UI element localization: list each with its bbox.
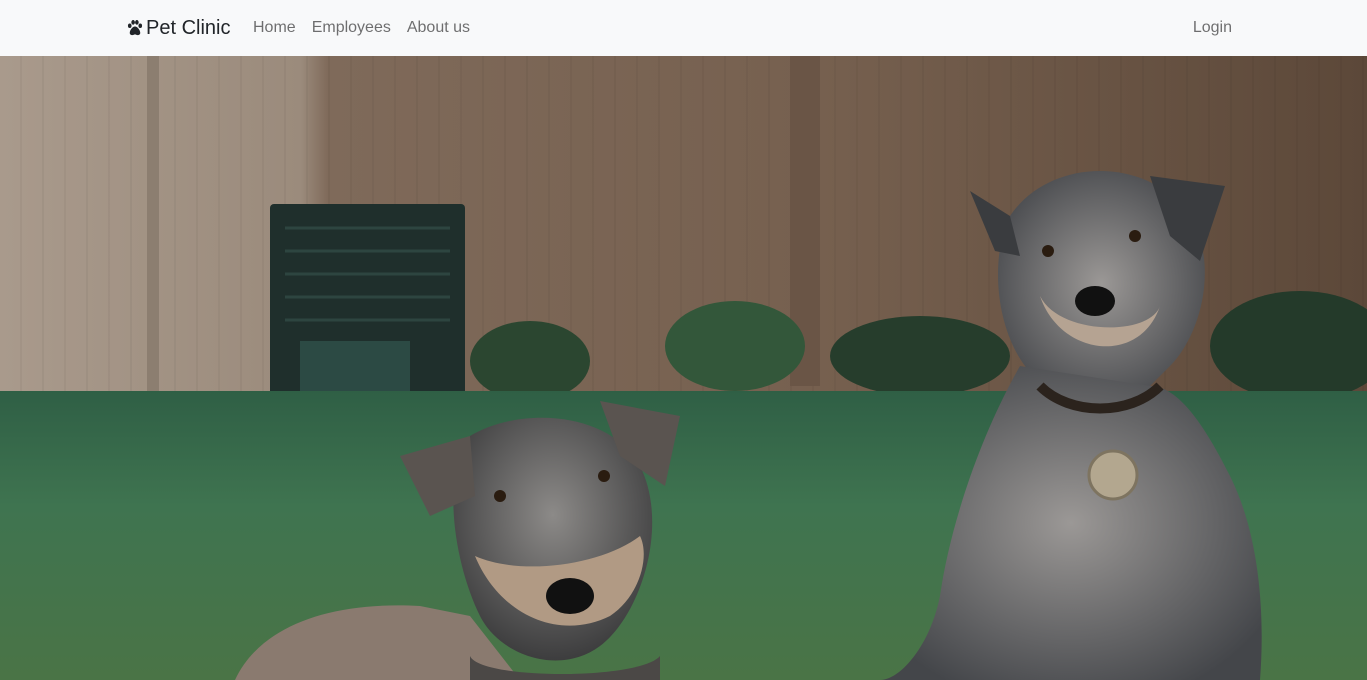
login-link[interactable]: Login — [1193, 0, 1232, 56]
paw-icon — [127, 20, 143, 36]
nav-links: Home Employees About us — [253, 0, 470, 56]
nav-home-link[interactable]: Home — [253, 19, 296, 37]
navbar: Pet Clinic Home Employees About us Login — [0, 0, 1367, 56]
nav-about-link[interactable]: About us — [407, 19, 470, 37]
brand-link[interactable]: Pet Clinic — [126, 0, 230, 56]
nav-employees-link[interactable]: Employees — [312, 19, 391, 37]
hero-image — [0, 56, 1367, 680]
brand-title: Pet Clinic — [146, 16, 231, 39]
dogs-photo — [0, 56, 1367, 680]
